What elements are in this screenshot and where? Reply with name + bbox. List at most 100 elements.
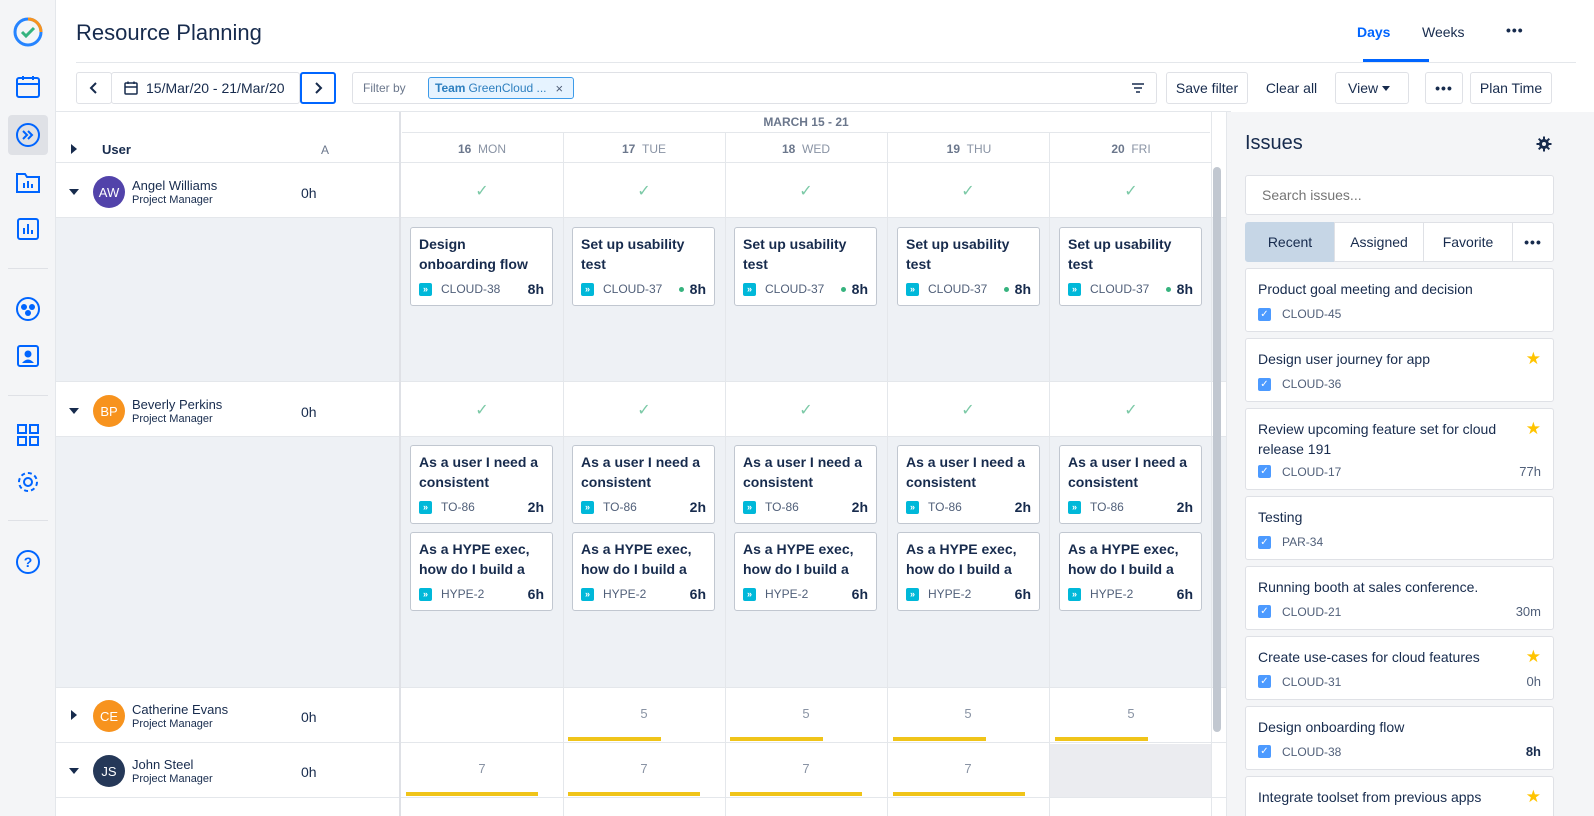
issue-item[interactable]: Design user journey for app ★ ✓ CLOUD-36	[1245, 338, 1554, 402]
task-card[interactable]: As a user I need a consistent » TO-86 2h	[410, 445, 553, 524]
issue-item[interactable]: Product goal meeting and decision ✓ CLOUD…	[1245, 268, 1554, 332]
workload-bar	[1055, 737, 1148, 741]
help-icon[interactable]: ?	[8, 542, 48, 582]
column-user[interactable]: User	[102, 142, 131, 157]
task-hours: 6h	[527, 586, 544, 602]
column-availability[interactable]: A	[321, 143, 329, 157]
panel-settings-gear-icon[interactable]	[1536, 136, 1552, 152]
tab-weeks[interactable]: Weeks	[1422, 24, 1465, 40]
view-dropdown[interactable]: View	[1335, 72, 1409, 104]
settings-gear-icon[interactable]	[8, 462, 48, 502]
star-icon[interactable]: ★	[1526, 349, 1541, 369]
check-icon: ✓	[475, 402, 489, 419]
star-icon[interactable]: ★	[1526, 419, 1541, 439]
reports-icon[interactable]	[8, 209, 48, 249]
toolbar-more-button[interactable]: •••	[1425, 72, 1463, 104]
issue-item[interactable]: Integrate toolset from previous apps ★	[1245, 776, 1554, 816]
expand-icon[interactable]	[71, 710, 77, 720]
task-card[interactable]: As a user I need a consistent » TO-86 2h	[897, 445, 1040, 524]
task-card[interactable]: As a user I need a consistent » TO-86 2h	[734, 445, 877, 524]
calendar-icon[interactable]	[8, 67, 48, 107]
day-header-tue: 17 TUE	[621, 142, 667, 156]
grid-scrollbar[interactable]	[1213, 167, 1221, 732]
user-name[interactable]: Beverly Perkins	[132, 397, 222, 412]
task-card[interactable]: Set up usability test » CLOUD-37 8h	[572, 227, 715, 306]
task-title: As a user I need a consistent	[1068, 454, 1188, 490]
apps-grid-icon[interactable]	[8, 415, 48, 455]
task-key: CLOUD-37	[765, 282, 825, 296]
issue-title: Create use-cases for cloud features	[1258, 649, 1480, 665]
chip-close-icon[interactable]: ×	[556, 81, 564, 96]
user-name[interactable]: John Steel	[132, 757, 193, 772]
plan-time-button[interactable]: Plan Time	[1470, 72, 1552, 104]
filter-chip[interactable]: Team GreenCloud ... ×	[428, 77, 574, 99]
tab-favorite[interactable]: Favorite	[1423, 222, 1513, 262]
task-card[interactable]: Set up usability test » CLOUD-37 8h	[1059, 227, 1202, 306]
user-name[interactable]: Angel Williams	[132, 178, 217, 193]
issue-estimate: 8h	[1525, 744, 1541, 759]
filter-icon[interactable]	[1131, 82, 1145, 94]
issue-title: Design user journey for app	[1258, 351, 1430, 367]
issues-more-button[interactable]: •••	[1512, 222, 1554, 262]
task-card[interactable]: Set up usability test » CLOUD-37 8h	[734, 227, 877, 306]
task-card[interactable]: As a user I need a consistent » TO-86 2h	[572, 445, 715, 524]
header-more-button[interactable]: •••	[1506, 22, 1524, 38]
user-role: Project Manager	[132, 773, 213, 785]
issue-item[interactable]: Create use-cases for cloud features ★ ✓ C…	[1245, 636, 1554, 700]
tab-recent[interactable]: Recent	[1245, 222, 1335, 262]
save-filter-button[interactable]: Save filter	[1166, 72, 1248, 104]
star-icon[interactable]: ★	[1526, 647, 1541, 667]
task-hours: 8h	[1176, 281, 1193, 297]
task-card[interactable]: As a HYPE exec, how do I build a » HYPE-2 6…	[1059, 532, 1202, 611]
task-card[interactable]: As a HYPE exec, how do I build a » HYPE-2 6…	[897, 532, 1040, 611]
task-card[interactable]: As a HYPE exec, how do I build a » HYPE-2 6…	[734, 532, 877, 611]
task-card[interactable]: As a user I need a consistent » TO-86 2h	[1059, 445, 1202, 524]
workload-bar	[730, 737, 823, 741]
user-name[interactable]: Catherine Evans	[132, 702, 228, 717]
planning-icon[interactable]	[8, 115, 48, 155]
collapse-icon[interactable]	[69, 189, 79, 195]
collapse-icon[interactable]	[69, 768, 79, 774]
task-card[interactable]: As a HYPE exec, how do I build a » HYPE-2 6…	[410, 532, 553, 611]
app-logo-icon[interactable]	[8, 12, 48, 52]
clear-all-button[interactable]: Clear all	[1256, 72, 1327, 104]
collapse-icon[interactable]	[69, 408, 79, 414]
teams-icon[interactable]	[8, 289, 48, 329]
task-hours: 2h	[527, 499, 544, 515]
task-hours: 8h	[689, 281, 706, 297]
task-checkbox-icon: ✓	[1258, 745, 1271, 758]
issue-estimate: 77h	[1519, 464, 1541, 479]
task-key: CLOUD-37	[603, 282, 663, 296]
story-icon: »	[581, 587, 594, 601]
task-checkbox-icon: ✓	[1258, 465, 1271, 478]
task-card[interactable]: Design onboarding flow » CLOUD-38 8h	[410, 227, 553, 306]
task-card[interactable]: As a HYPE exec, how do I build a » HYPE-2 6…	[572, 532, 715, 611]
issue-key: CLOUD-17	[1282, 464, 1342, 479]
user-role: Project Manager	[132, 413, 213, 425]
prev-week-button[interactable]	[76, 72, 112, 104]
date-range-picker[interactable]: 15/Mar/20 - 21/Mar/20	[111, 72, 300, 104]
issue-item[interactable]: Testing ✓ PAR-34	[1245, 496, 1554, 560]
issue-key: CLOUD-21	[1282, 604, 1342, 619]
folder-chart-icon[interactable]	[8, 162, 48, 202]
star-icon[interactable]: ★	[1526, 787, 1541, 807]
expand-all-icon[interactable]	[71, 144, 77, 154]
task-card[interactable]: Set up usability test » CLOUD-37 8h	[897, 227, 1040, 306]
status-dot	[1003, 286, 1009, 292]
task-title: As a HYPE exec, how do I build a	[419, 541, 530, 577]
issue-item[interactable]: Running booth at sales conference. ✓ CLOU…	[1245, 566, 1554, 630]
task-checkbox-icon: ✓	[1258, 675, 1271, 688]
story-icon: »	[419, 500, 432, 514]
view-dropdown-label: View	[1348, 80, 1379, 96]
tab-days[interactable]: Days	[1357, 24, 1390, 40]
story-icon: »	[906, 282, 919, 296]
status-dot	[1165, 286, 1171, 292]
issue-item[interactable]: Design onboarding flow ✓ CLOUD-38 8h	[1245, 706, 1554, 770]
next-week-button[interactable]	[300, 72, 336, 104]
tab-assigned[interactable]: Assigned	[1334, 222, 1424, 262]
sidebar-nav: ?	[0, 0, 56, 816]
day-task-count: 7	[964, 761, 972, 776]
issue-item[interactable]: Review upcoming feature set for cloud re…	[1245, 408, 1554, 490]
user-profile-icon[interactable]	[8, 336, 48, 376]
search-issues-input[interactable]	[1245, 175, 1554, 215]
